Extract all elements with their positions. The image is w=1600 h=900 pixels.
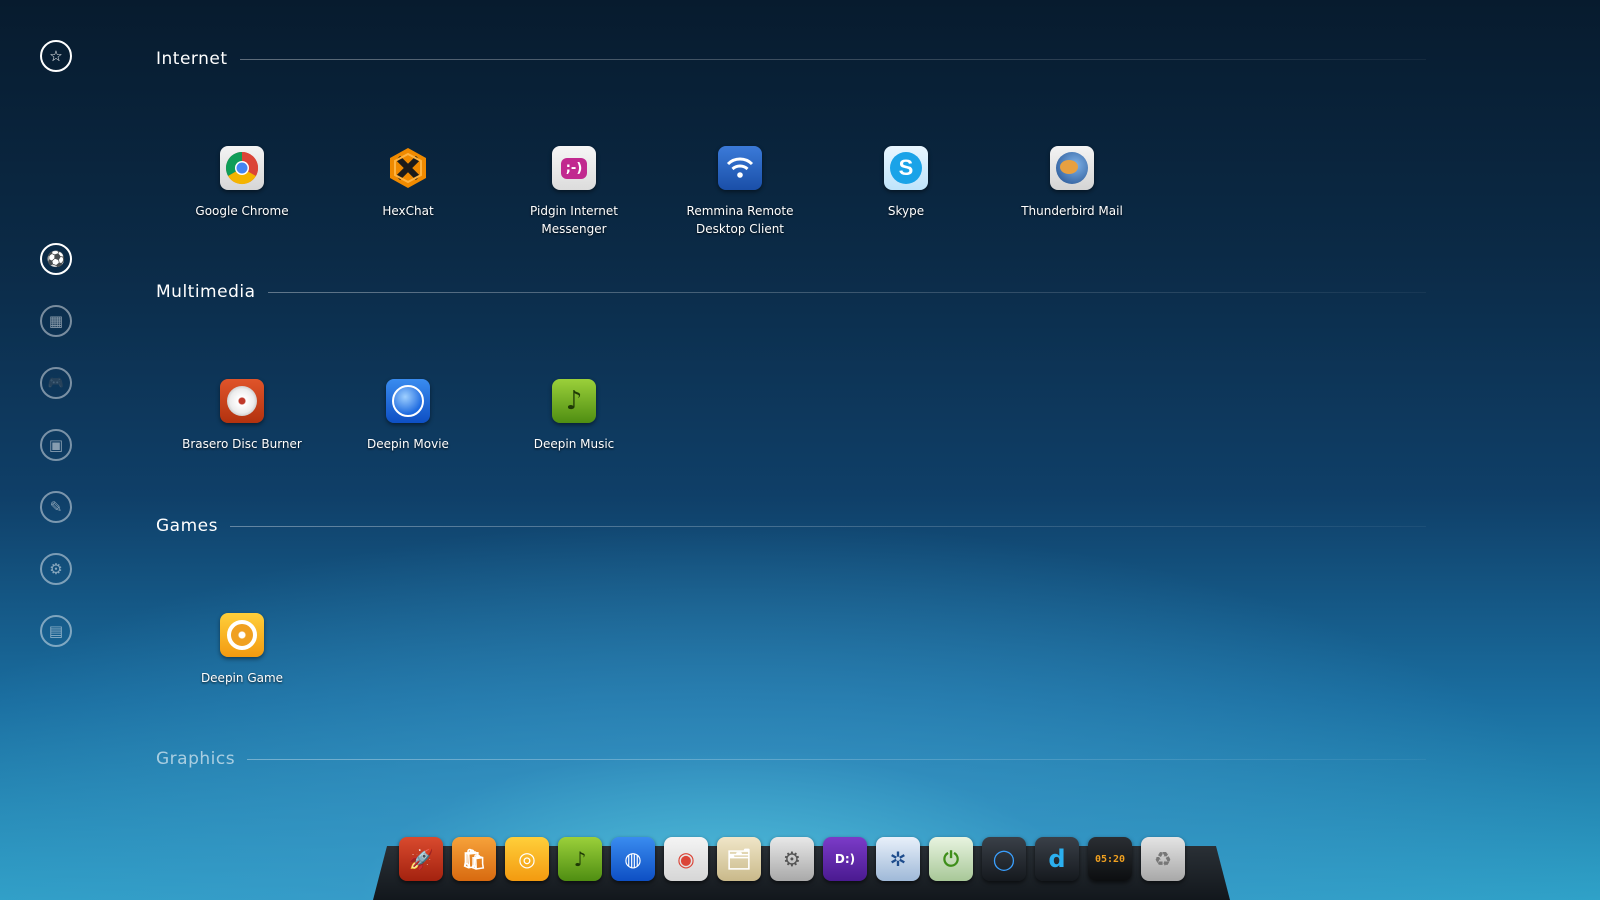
skype-icon: S bbox=[884, 146, 928, 190]
deepin-movie-icon bbox=[386, 379, 430, 423]
app-label: Pidgin Internet Messenger bbox=[530, 204, 618, 236]
hexchat-icon bbox=[386, 146, 430, 190]
divider bbox=[229, 525, 1426, 527]
app-deepin-music[interactable]: ♪ Deepin Music bbox=[499, 379, 649, 453]
app-label: Thunderbird Mail bbox=[1021, 204, 1123, 218]
multimedia-icon: ▦ bbox=[48, 312, 64, 330]
deepin-game-icon: ◎ bbox=[518, 847, 536, 871]
sidebar-item-graphics[interactable]: ▣ bbox=[40, 429, 72, 461]
app-deepin-game[interactable]: Deepin Game bbox=[167, 613, 317, 687]
app-google-chrome[interactable]: Google Chrome bbox=[167, 146, 317, 220]
app-label: Skype bbox=[887, 204, 925, 218]
app-label: Google Chrome bbox=[195, 204, 289, 218]
app-remmina[interactable]: Remmina Remote Desktop Client bbox=[665, 146, 815, 238]
sidebar-item-office[interactable]: ✎ bbox=[40, 491, 72, 523]
dock-item-deepin-game[interactable]: ◎ bbox=[505, 837, 549, 881]
deepin-music-icon: ♪ bbox=[552, 379, 596, 423]
sidebar-item-system[interactable]: ⚙ bbox=[40, 553, 72, 585]
divider bbox=[247, 758, 1426, 760]
power-manager-icon: ⏻ bbox=[943, 847, 959, 871]
store-icon: 🛍 bbox=[461, 847, 487, 871]
dock-item-launcher[interactable]: 🚀 bbox=[399, 837, 443, 881]
category-title: Games bbox=[156, 516, 218, 536]
dock-item-trash[interactable]: ♻ bbox=[1141, 837, 1185, 881]
app-label: Brasero Disc Burner bbox=[182, 437, 302, 451]
deepin-terminal-icon: D:) bbox=[834, 852, 856, 866]
divider bbox=[267, 291, 1426, 293]
deepin-game-icon bbox=[220, 613, 264, 657]
dock-item-power-manager[interactable]: ⏻ bbox=[929, 837, 973, 881]
app-label: HexChat bbox=[382, 204, 434, 218]
category-header: Multimedia bbox=[156, 280, 1426, 304]
app-skype[interactable]: S Skype bbox=[831, 146, 981, 220]
dock-item-clock[interactable]: 05:20 bbox=[1088, 837, 1132, 881]
office-icon: ✎ bbox=[49, 498, 63, 516]
dock-item-deepin[interactable]: d bbox=[1035, 837, 1079, 881]
dock-item-deepin-terminal[interactable]: D:) bbox=[823, 837, 867, 881]
system-info-icon: ✲ bbox=[889, 847, 907, 871]
app-label: Deepin Game bbox=[200, 671, 284, 685]
category-title: Multimedia bbox=[156, 282, 256, 302]
category-games: Games Deepin Game bbox=[156, 514, 1426, 685]
app-deepin-movie[interactable]: Deepin Movie bbox=[333, 379, 483, 453]
app-label: Remmina Remote Desktop Client bbox=[686, 204, 794, 236]
divider bbox=[239, 58, 1426, 60]
category-header: Games bbox=[156, 514, 1426, 538]
internet-icon: ⚽ bbox=[46, 250, 66, 268]
app-pidgin[interactable]: ;-) Pidgin Internet Messenger bbox=[499, 146, 649, 238]
category-title: Graphics bbox=[156, 749, 236, 769]
app-label: Deepin Movie bbox=[367, 437, 449, 451]
pidgin-icon: ;-) bbox=[552, 146, 596, 190]
dock-item-deepin-movie[interactable]: ◍ bbox=[611, 837, 655, 881]
favorites-button[interactable]: ☆ bbox=[40, 40, 72, 72]
app-thunderbird[interactable]: Thunderbird Mail bbox=[997, 146, 1147, 220]
category-multimedia: Multimedia Brasero Disc Burner Deepin Mo… bbox=[156, 280, 1426, 451]
dock-item-settings[interactable]: ⚙ bbox=[770, 837, 814, 881]
category-header: Internet bbox=[156, 47, 1426, 71]
launcher-icon: 🚀 bbox=[408, 847, 434, 871]
sidebar-item-games[interactable]: 🎮 bbox=[40, 367, 72, 399]
chrome-icon: ◉ bbox=[677, 847, 695, 871]
dock-item-system-info[interactable]: ✲ bbox=[876, 837, 920, 881]
dock-item-screenshot[interactable]: ◯ bbox=[982, 837, 1026, 881]
favorites-icon: ☆ bbox=[49, 47, 63, 65]
file-manager-icon: 🗂 bbox=[726, 847, 752, 871]
app-brasero[interactable]: Brasero Disc Burner bbox=[167, 379, 317, 453]
app-hexchat[interactable]: HexChat bbox=[333, 146, 483, 220]
category-sidebar: ☆ ⚽ ▦ 🎮 ▣ ✎ ⚙ ▤ bbox=[0, 0, 115, 900]
games-icon: 🎮 bbox=[47, 375, 65, 391]
accessories-icon: ▤ bbox=[48, 622, 64, 640]
dock-item-store[interactable]: 🛍 bbox=[452, 837, 496, 881]
deepin-icon: d bbox=[1048, 845, 1066, 873]
sidebar-item-accessories[interactable]: ▤ bbox=[40, 615, 72, 647]
trash-icon: ♻ bbox=[1154, 847, 1172, 871]
chrome-icon bbox=[220, 146, 264, 190]
deepin-music-icon: ♪ bbox=[573, 847, 587, 871]
system-icon: ⚙ bbox=[49, 560, 63, 578]
category-title: Internet bbox=[156, 49, 228, 69]
category-header: Graphics bbox=[156, 747, 1426, 771]
category-internet: Internet Google Chrome HexChat ;-) Pidgi… bbox=[156, 47, 1426, 236]
app-label: Deepin Music bbox=[533, 437, 615, 451]
deepin-movie-icon: ◍ bbox=[624, 847, 642, 871]
remmina-icon bbox=[718, 146, 762, 190]
dock-item-chrome[interactable]: ◉ bbox=[664, 837, 708, 881]
category-graphics: Graphics bbox=[156, 747, 1426, 771]
sidebar-item-multimedia[interactable]: ▦ bbox=[40, 305, 72, 337]
dock-item-file-manager[interactable]: 🗂 bbox=[717, 837, 761, 881]
brasero-icon bbox=[220, 379, 264, 423]
dock-item-deepin-music[interactable]: ♪ bbox=[558, 837, 602, 881]
thunderbird-icon bbox=[1050, 146, 1094, 190]
dock-items: 🚀 🛍 ◎ ♪ ◍ ◉ 🗂 ⚙ D:) ✲ ⏻ ◯ d 05:20 ♻ bbox=[399, 837, 1185, 881]
clock-icon: 05:20 bbox=[1094, 853, 1126, 865]
screenshot-icon: ◯ bbox=[992, 847, 1016, 871]
graphics-icon: ▣ bbox=[48, 436, 64, 454]
sidebar-item-internet[interactable]: ⚽ bbox=[40, 243, 72, 275]
settings-icon: ⚙ bbox=[783, 847, 801, 871]
